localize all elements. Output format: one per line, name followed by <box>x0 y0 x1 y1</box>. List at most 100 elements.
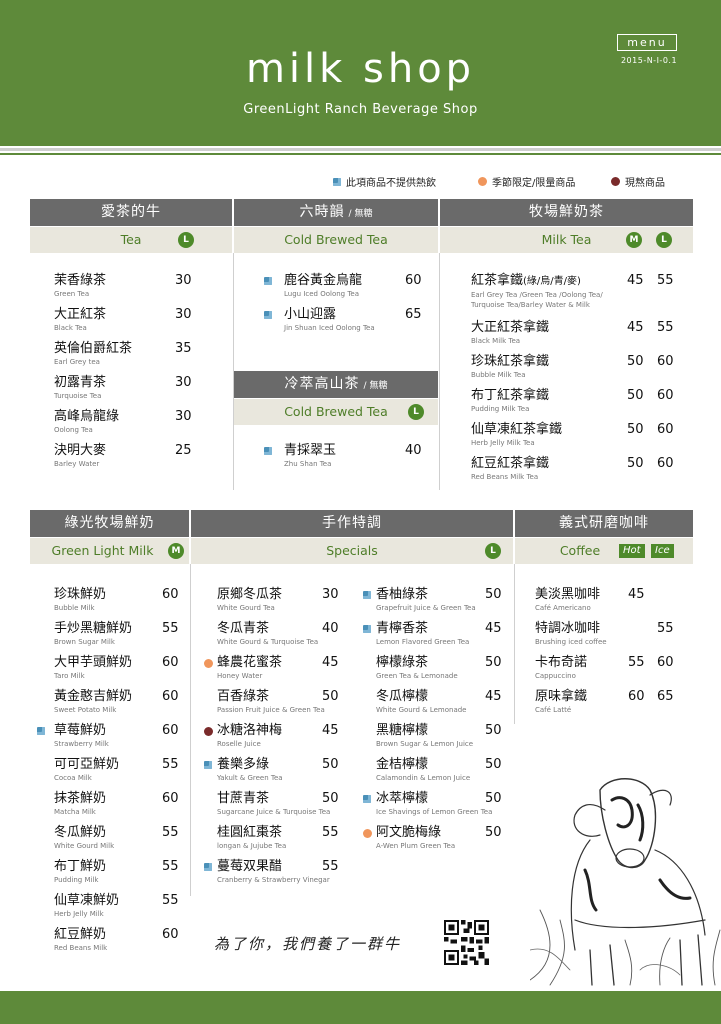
qr-code-icon[interactable] <box>444 920 489 965</box>
list-item: 美淡黑咖啡 Café Americano 45 <box>535 587 645 612</box>
list-item: 百香綠茶 Passion Fruit Juice & Green Tea 50 <box>217 689 339 714</box>
list-item: 仙草凍紅茶拿鐵 Herb Jelly Milk Tea 50 60 <box>471 422 674 447</box>
no-hot-icon <box>363 591 371 599</box>
list-item: 冬瓜鮮奶 White Gourd Milk 55 <box>54 825 179 850</box>
no-hot-icon <box>333 177 341 186</box>
list-item: 青檸香茶 Lemon Flavored Green Tea 45 <box>363 621 502 647</box>
list-item: 紅豆紅茶拿鐵 Red Beans Milk Tea 50 60 <box>471 456 674 481</box>
hot-label: Hot <box>619 544 645 558</box>
list-item: 可可亞鮮奶 Cocoa Milk 55 <box>54 757 179 782</box>
no-hot-icon <box>37 727 45 735</box>
list-item: 小山迎露 Jin Shuan Iced Oolong Tea 65 <box>264 307 422 333</box>
list-item: 黃金憨吉鮮奶 Sweet Potato Milk 60 <box>54 689 179 714</box>
legend-fresh: 現熬商品 <box>611 174 665 189</box>
list-item: 大正紅茶 Black Tea 30 <box>54 307 192 332</box>
header-divider <box>0 148 721 151</box>
no-hot-icon <box>363 625 371 633</box>
list-item: 珍珠鮮奶 Bubble Milk 60 <box>54 587 179 612</box>
page-subtitle: GreenLight Ranch Beverage Shop <box>243 102 478 117</box>
section-tea-band: Tea L <box>30 227 232 253</box>
list-item: 黑糖檸檬 Brown Sugar & Lemon Juice 50 <box>376 723 502 748</box>
no-hot-icon <box>264 311 272 319</box>
list-item: 檸檬綠茶 Green Tea & Lemonade 50 <box>376 655 502 680</box>
list-item: 決明大麥 Barley Water 25 <box>54 443 192 468</box>
section-mountain-band: Cold Brewed Tea L <box>234 399 438 425</box>
section-tea-title: 愛茶的牛 <box>30 199 232 226</box>
list-item: 珍珠紅茶拿鐵 Bubble Milk Tea 50 60 <box>471 354 674 379</box>
list-item: 高峰烏龍綠 Oolong Tea 30 <box>54 409 192 434</box>
section-milktea-title: 牧場鮮奶茶 <box>440 199 693 226</box>
cow-illustration-icon <box>530 778 721 986</box>
list-item: 養樂多綠 Yakult & Green Tea 50 <box>204 757 339 783</box>
header-banner: milk shop GreenLight Ranch Beverage Shop… <box>0 0 721 146</box>
list-item: 大正紅茶拿鐵 Black Milk Tea 45 55 <box>471 320 674 345</box>
no-hot-icon <box>363 795 371 803</box>
list-item: 紅豆鮮奶 Red Beans Milk 60 <box>54 927 179 952</box>
page-title: milk shop <box>245 46 476 92</box>
list-item: 香柚綠茶 Grapefruit Juice & Green Tea 50 <box>363 587 502 613</box>
list-item: 桂圓紅棗茶 longan & Jujube Tea 55 <box>217 825 339 850</box>
list-item: 紅茶拿鐵(綠/烏/青/麥) Earl Grey Tea /Green Tea /O… <box>471 273 674 309</box>
column-divider <box>439 253 440 490</box>
list-item: 茉香綠茶 Green Tea 30 <box>54 273 192 298</box>
list-item: 卡布奇諾 Cappuccino 55 60 <box>535 655 674 680</box>
seasonal-icon <box>204 659 213 668</box>
column-divider <box>190 564 191 896</box>
section-greenmilk-title: 綠光牧場鮮奶 <box>30 510 189 537</box>
fresh-made-icon <box>204 727 213 736</box>
list-item: 冰糖洛神梅 Roselle Juice 45 <box>204 723 339 749</box>
list-item: 草莓鮮奶 Strawberry Milk 60 <box>37 723 179 749</box>
list-item: 初露青茶 Turquoise Tea 30 <box>54 375 192 400</box>
list-item: 抹茶鮮奶 Matcha Milk 60 <box>54 791 179 816</box>
fresh-made-icon <box>611 177 620 186</box>
section-coldbrew-band: Cold Brewed Tea <box>234 227 438 253</box>
menu-date: 2015-N-I-0.1 <box>620 56 678 65</box>
header-divider-green <box>0 153 721 155</box>
size-m-badge: M <box>626 232 642 248</box>
list-item: 大甲芋頭鮮奶 Taro Milk 60 <box>54 655 179 680</box>
section-mountain-title: 冷萃高山茶 / 無糖 <box>234 371 438 398</box>
list-item: 冬瓜檸檬 White Gourd & Lemonade 45 <box>376 689 502 714</box>
seasonal-icon <box>363 829 372 838</box>
legend-seasonal: 季節限定/限量商品 <box>478 174 575 189</box>
no-hot-icon <box>204 863 212 871</box>
list-item: 原鄉冬瓜茶 White Gourd Tea 30 <box>217 587 339 612</box>
section-coldbrew-title: 六時韻 / 無糖 <box>234 199 438 226</box>
ice-label: Ice <box>651 544 674 558</box>
slogan: 為了你，我們養了一群牛 <box>214 935 402 953</box>
section-specials-title: 手作特調 <box>191 510 513 537</box>
section-coffee-band: Coffee Hot Ice <box>515 538 693 564</box>
section-coffee-title: 義式研磨咖啡 <box>515 510 693 537</box>
list-item: 英倫伯爵紅茶 Earl Grey tea 35 <box>54 341 192 366</box>
list-item: 阿文脆梅綠 A-Wen Plum Green Tea 50 <box>363 825 502 851</box>
footer-bar <box>0 991 721 1024</box>
list-item: 蜂農花蜜茶 Honey Water 45 <box>204 655 339 681</box>
size-l-badge: L <box>178 232 194 248</box>
legend-no-hot: 此項商品不提供熱飲 <box>333 174 436 189</box>
no-hot-icon <box>264 447 272 455</box>
list-item: 原味拿鐵 Café Latté 60 65 <box>535 689 674 714</box>
section-milktea-band: Milk Tea M L <box>440 227 693 253</box>
list-item: 手炒黑糖鮮奶 Brown Sugar Milk 55 <box>54 621 179 646</box>
menu-label: menu <box>617 34 677 51</box>
section-greenmilk-band: Green Light Milk M <box>30 538 189 564</box>
list-item: 布丁鮮奶 Pudding Milk 55 <box>54 859 179 884</box>
size-m-badge: M <box>168 543 184 559</box>
no-hot-icon <box>204 761 212 769</box>
list-item: 仙草凍鮮奶 Herb Jelly Milk 55 <box>54 893 179 918</box>
list-item: 布丁紅茶拿鐵 Pudding Milk Tea 50 60 <box>471 388 674 413</box>
seasonal-icon <box>478 177 487 186</box>
no-hot-icon <box>264 277 272 285</box>
list-item: 蔓莓双果醋 Cranberry & Strawberry Vinegar 55 <box>204 859 339 885</box>
list-item: 甘蔗青茶 Sugarcane Juice & Turquoise Tea 50 <box>217 791 339 816</box>
size-l-badge: L <box>408 404 424 420</box>
size-l-badge: L <box>656 232 672 248</box>
list-item: 特調冰咖啡 Brushing iced coffee 55 <box>535 621 674 646</box>
column-divider <box>514 564 515 724</box>
section-specials-band: Specials L <box>191 538 513 564</box>
list-item: 冰萃檸檬 Ice Shavings of Lemon Green Tea 50 <box>363 791 502 817</box>
list-item: 鹿谷黃金烏龍 Lugu Iced Oolong Tea 60 <box>264 273 422 299</box>
list-item: 金桔檸檬 Calamondin & Lemon Juice 50 <box>376 757 502 782</box>
list-item: 青採翠玉 Zhu Shan Tea 40 <box>264 443 422 469</box>
list-item: 冬瓜青茶 White Gourd & Turquoise Tea 40 <box>217 621 339 646</box>
